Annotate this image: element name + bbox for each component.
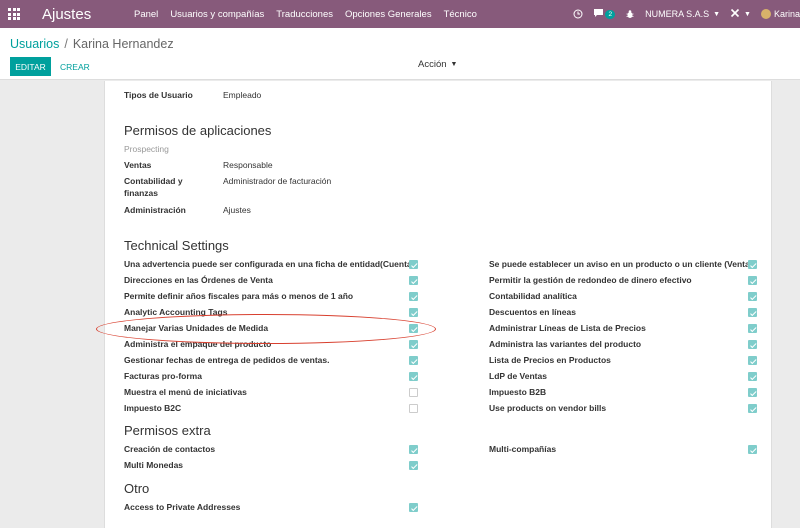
setting-checkbox[interactable] [409, 308, 418, 317]
setting-label: Impuesto B2C [124, 403, 182, 413]
permission-value-contabilidad[interactable]: Administrador de facturación [223, 176, 331, 188]
setting-label: Use products on vendor bills [489, 403, 607, 413]
setting-label: Gestionar fechas de entrega de pedidos d… [124, 355, 330, 365]
action-dropdown[interactable]: Acción ▼ [418, 59, 457, 70]
user-type-value[interactable]: Empleado [223, 90, 261, 102]
create-button[interactable]: CREAR [60, 57, 90, 76]
setting-label: Descuentos en líneas [489, 307, 576, 317]
setting-label: Muestra el menú de iniciativas [124, 387, 247, 397]
menu-technical[interactable]: Técnico [438, 9, 483, 20]
setting-label: Lista de Precios en Productos [489, 355, 611, 365]
setting-checkbox[interactable] [409, 324, 418, 333]
setting-checkbox[interactable] [748, 356, 757, 365]
breadcrumb: Usuarios / Karina Hernandez [10, 37, 174, 51]
setting-label: Una advertencia puede ser configurada en… [124, 259, 415, 269]
debug-tools[interactable]: ▼ [730, 8, 751, 20]
top-navbar: Ajustes Panel Usuarios y compañías Tradu… [0, 0, 800, 28]
menu-translations[interactable]: Traducciones [270, 9, 339, 20]
breadcrumb-users-link[interactable]: Usuarios [10, 37, 59, 51]
setting-label: Manejar Varias Unidades de Medida [124, 323, 269, 333]
setting-label: Direcciones en las Órdenes de Venta [124, 275, 273, 285]
setting-checkbox[interactable] [748, 372, 757, 381]
setting-label: Analytic Accounting Tags [124, 307, 228, 317]
setting-checkbox[interactable] [409, 260, 418, 269]
app-title: Ajustes [42, 5, 92, 23]
setting-label: Permite definir años fiscales para más o… [124, 291, 354, 301]
chat-button[interactable]: 2 [593, 8, 616, 20]
edit-button[interactable]: EDITAR [10, 57, 51, 76]
chevron-down-icon: ▼ [713, 10, 721, 18]
setting-checkbox[interactable] [409, 388, 418, 397]
menu-general-options[interactable]: Opciones Generales [339, 9, 438, 20]
setting-checkbox[interactable] [748, 388, 757, 397]
form-sheet [104, 81, 772, 528]
systray: 2 NUMERA S.A.S ▼ ▼ Karina [563, 0, 800, 28]
setting-checkbox[interactable] [748, 276, 757, 285]
chevron-down-icon: ▼ [744, 10, 751, 18]
apps-icon[interactable] [0, 0, 28, 28]
chat-icon [593, 8, 604, 20]
main-menu: Panel Usuarios y compañías Traducciones … [128, 9, 483, 20]
setting-checkbox[interactable] [409, 404, 418, 413]
setting-label: Facturas pro-forma [124, 371, 202, 381]
tools-icon [730, 8, 740, 20]
chevron-down-icon: ▼ [450, 61, 458, 68]
setting-label: Multi-compañías [489, 444, 557, 454]
section-title-technical-settings: Technical Settings [124, 238, 229, 253]
action-label: Acción [418, 59, 447, 70]
setting-checkbox[interactable] [409, 372, 418, 381]
breadcrumb-current: Karina Hernandez [72, 37, 174, 51]
user-type-label: Tipos de Usuario [124, 90, 193, 100]
setting-label: Creación de contactos [124, 444, 216, 454]
permission-label-ventas: Ventas [124, 160, 152, 170]
setting-label: Se puede establecer un aviso en un produ… [489, 259, 753, 269]
setting-label: LdP de Ventas [489, 371, 547, 381]
section-title-extra-permissions: Permisos extra [124, 423, 211, 438]
setting-checkbox[interactable] [409, 276, 418, 285]
menu-panel[interactable]: Panel [128, 9, 164, 20]
setting-checkbox[interactable] [748, 324, 757, 333]
setting-label: Administra las variantes del producto [489, 339, 642, 349]
setting-label: Permitir la gestión de redondeo de diner… [489, 275, 692, 285]
setting-checkbox[interactable] [748, 340, 757, 349]
setting-checkbox[interactable] [409, 461, 418, 470]
setting-checkbox[interactable] [409, 503, 418, 512]
bug-icon[interactable] [625, 9, 635, 19]
setting-checkbox[interactable] [748, 292, 757, 301]
setting-checkbox[interactable] [748, 308, 757, 317]
setting-label: Administra el empaque del producto [124, 339, 272, 349]
avatar [760, 9, 771, 19]
setting-checkbox[interactable] [748, 445, 757, 454]
setting-label: Administrar Líneas de Lista de Precios [489, 323, 646, 333]
permission-value-ventas[interactable]: Responsable [223, 160, 273, 172]
permission-label-administracion: Administración [124, 205, 186, 215]
user-name: Karina [773, 9, 800, 19]
setting-checkbox[interactable] [409, 292, 418, 301]
permission-label-contabilidad-line1: Contabilidad y [124, 176, 183, 186]
setting-label: Access to Private Addresses [124, 502, 241, 512]
setting-label: Contabilidad analítica [489, 291, 577, 301]
setting-checkbox[interactable] [748, 260, 757, 269]
setting-checkbox[interactable] [409, 356, 418, 365]
setting-checkbox[interactable] [409, 340, 418, 349]
user-menu[interactable]: Karina [760, 9, 800, 19]
permission-value-administracion[interactable]: Ajustes [223, 205, 251, 217]
section-title-app-permissions: Permisos de aplicaciones [124, 123, 272, 138]
breadcrumb-separator: / [64, 37, 68, 51]
menu-users-companies[interactable]: Usuarios y compañías [164, 9, 270, 20]
permission-label-contabilidad-line2: finanzas [124, 188, 159, 198]
company-switcher[interactable]: NUMERA S.A.S ▼ [645, 9, 720, 19]
setting-label: Impuesto B2B [489, 387, 547, 397]
setting-label: Multi Monedas [124, 460, 184, 470]
subheader-prospecting: Prospecting [124, 144, 169, 154]
clock-icon[interactable] [573, 9, 583, 19]
chat-badge: 2 [605, 9, 616, 19]
control-panel: Usuarios / Karina Hernandez EDITAR CREAR A… [0, 28, 800, 80]
setting-checkbox[interactable] [409, 445, 418, 454]
setting-checkbox[interactable] [748, 404, 757, 413]
company-name: NUMERA S.A.S [645, 9, 710, 19]
section-title-other: Otro [124, 481, 150, 496]
